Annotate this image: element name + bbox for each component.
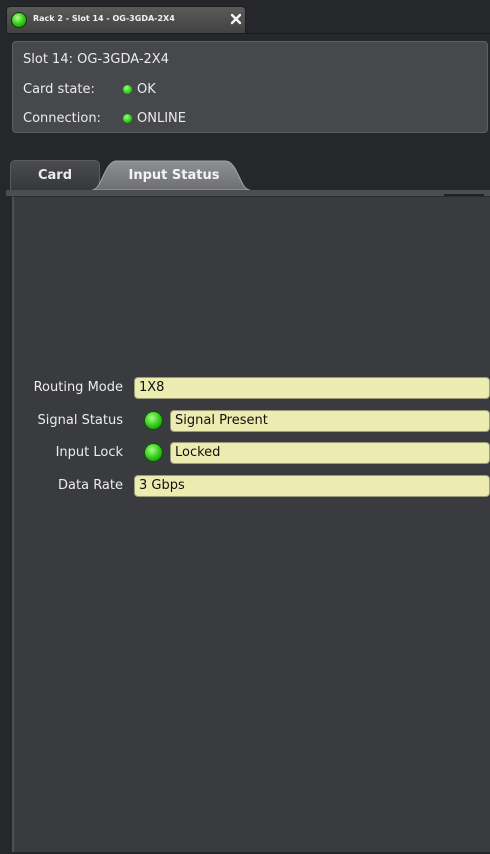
input-lock-field: Locked [170, 442, 490, 464]
slot-label: Slot 14: OG-3GDA-2X4 [23, 52, 169, 67]
card-state-status: OK [123, 82, 156, 97]
window-tab[interactable]: Rack 2 - Slot 14 - OG-3GDA-2X4 [6, 6, 246, 34]
card-state-led-icon [123, 85, 132, 94]
input-status-panel: Routing Mode 1X8 Signal Status Signal Pr… [12, 196, 490, 852]
connection-label: Connection: [23, 111, 101, 126]
routing-mode-label: Routing Mode [33, 380, 123, 395]
tab-input-status[interactable]: Input Status [92, 160, 250, 190]
signal-status-led-icon [144, 411, 163, 430]
tab-bar: Card Input Status [6, 152, 490, 190]
card-state-label: Card state: [23, 82, 95, 97]
status-led-icon [11, 12, 27, 28]
input-lock-led-icon [144, 443, 163, 462]
input-lock-label: Input Lock [55, 445, 123, 460]
connection-led-icon [123, 114, 132, 123]
card-info-panel: Slot 14: OG-3GDA-2X4 Card state: OK Conn… [12, 41, 488, 133]
routing-mode-field: 1X8 [134, 377, 490, 399]
connection-value: ONLINE [137, 111, 186, 126]
card-state-value: OK [137, 82, 156, 97]
window-title: Rack 2 - Slot 14 - OG-3GDA-2X4 [33, 14, 175, 23]
close-icon[interactable] [229, 12, 243, 26]
data-rate-field: 3 Gbps [134, 475, 490, 497]
data-rate-label: Data Rate [58, 478, 123, 493]
window-tab-divider [6, 33, 490, 34]
tab-input-status-label: Input Status [128, 167, 220, 183]
signal-status-field: Signal Present [170, 410, 490, 432]
tab-card[interactable]: Card [10, 160, 100, 190]
signal-status-label: Signal Status [37, 413, 124, 428]
connection-status: ONLINE [123, 111, 186, 126]
